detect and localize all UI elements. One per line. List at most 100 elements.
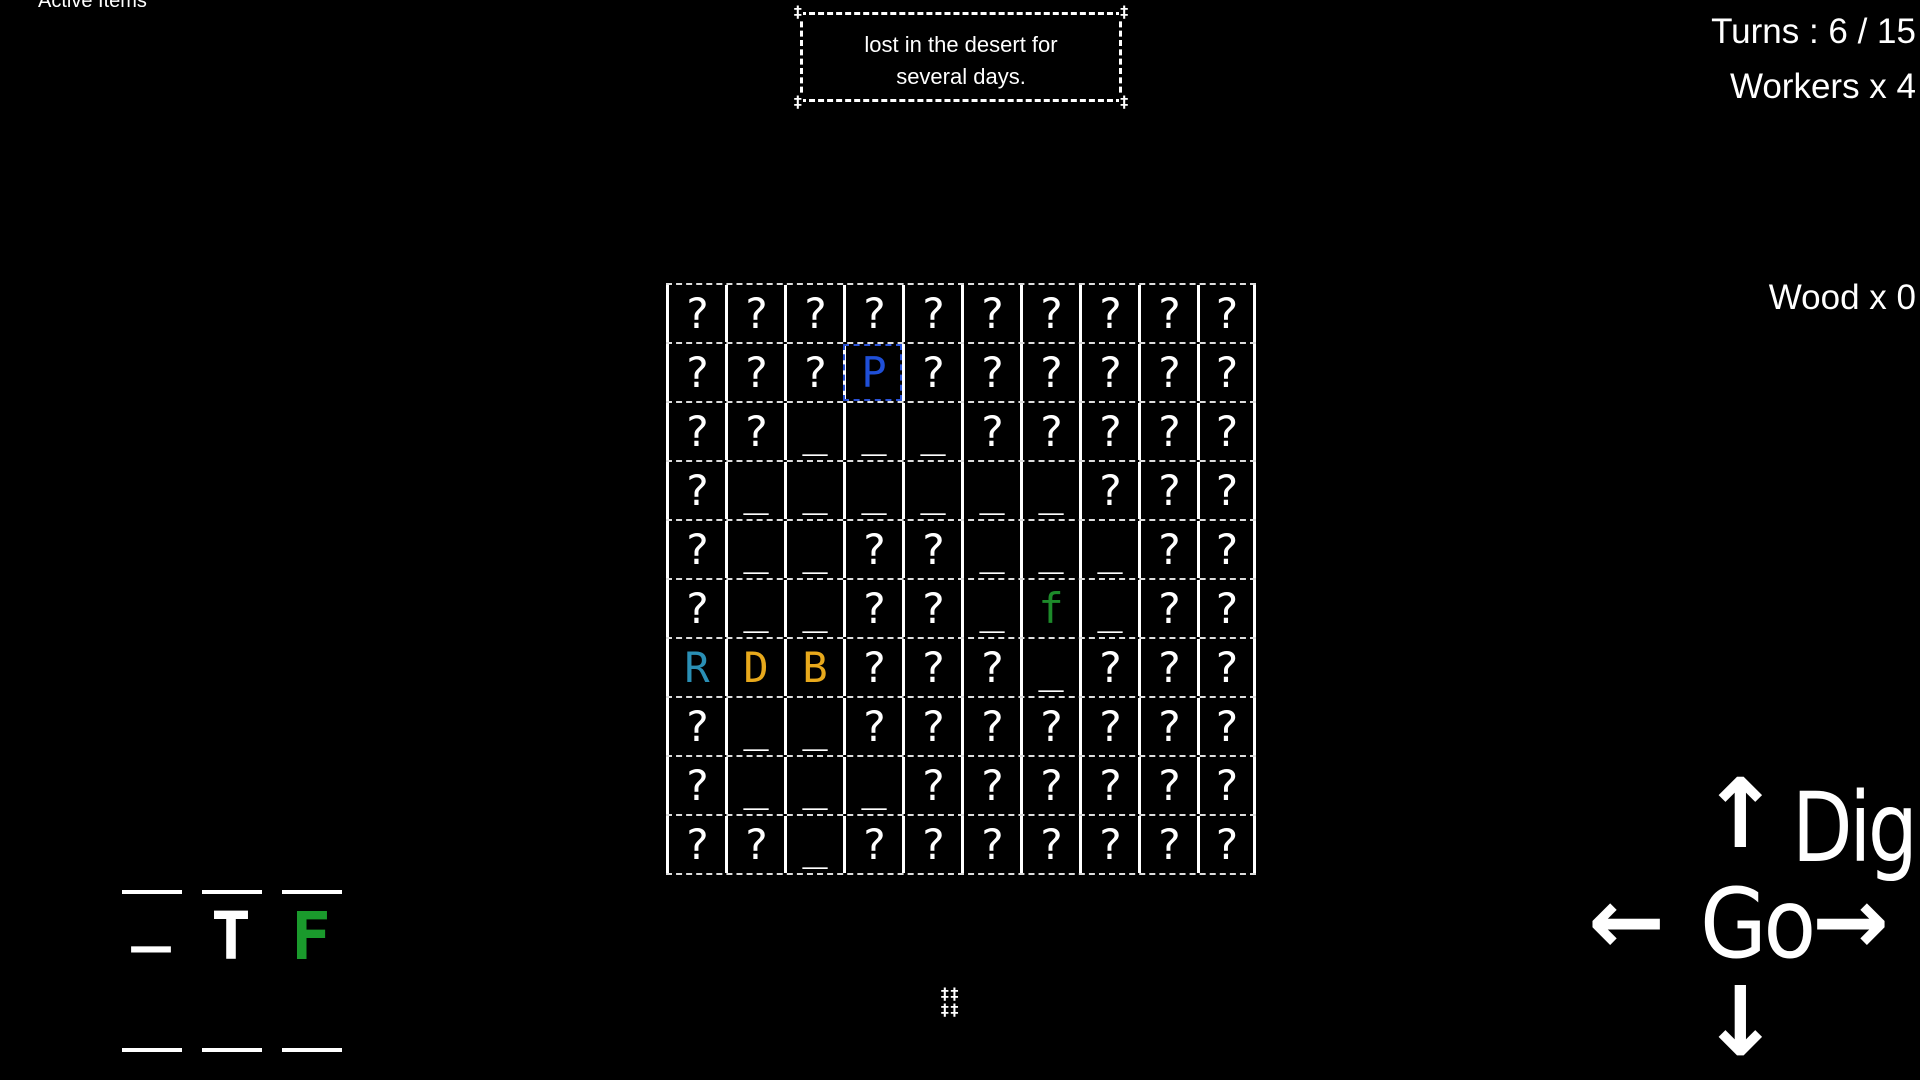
- grid-cell[interactable]: ?: [902, 816, 961, 873]
- grid-cell[interactable]: ?: [1138, 521, 1197, 578]
- grid-cell[interactable]: D: [725, 639, 784, 696]
- grid-cell[interactable]: ?: [961, 403, 1020, 460]
- grid-cell[interactable]: f: [1020, 580, 1079, 637]
- grid-cell[interactable]: _: [784, 403, 843, 460]
- grid-cell[interactable]: ?: [1138, 639, 1197, 696]
- grid-cell[interactable]: ?: [725, 344, 784, 401]
- grid-cell[interactable]: ?: [902, 521, 961, 578]
- grid-cell[interactable]: ?: [1197, 285, 1256, 342]
- grid-cell[interactable]: ?: [902, 285, 961, 342]
- grid-cell[interactable]: ?: [1079, 462, 1138, 519]
- grid-cell[interactable]: ?: [902, 344, 961, 401]
- grid-cell[interactable]: ?: [843, 580, 902, 637]
- grid-cell[interactable]: ?: [1197, 580, 1256, 637]
- arrow-left-icon[interactable]: ←: [1588, 876, 1665, 968]
- grid-cell[interactable]: ?: [843, 521, 902, 578]
- grid-cell[interactable]: ?: [666, 580, 725, 637]
- grid-cell[interactable]: ?: [1197, 816, 1256, 873]
- grid-cell[interactable]: ?: [666, 816, 725, 873]
- grid-cell[interactable]: ?: [1079, 698, 1138, 755]
- grid-cell[interactable]: _: [725, 521, 784, 578]
- grid-cell[interactable]: ?: [1079, 403, 1138, 460]
- grid-cell[interactable]: ?: [902, 639, 961, 696]
- grid-cell[interactable]: _: [725, 698, 784, 755]
- grid-cell[interactable]: ?: [1020, 285, 1079, 342]
- grid-cell[interactable]: _: [784, 757, 843, 814]
- grid-cell[interactable]: _: [961, 580, 1020, 637]
- grid-cell[interactable]: ?: [666, 698, 725, 755]
- grid-cell[interactable]: _: [1079, 580, 1138, 637]
- grid-cell[interactable]: ?: [1197, 757, 1256, 814]
- grid-cell[interactable]: _: [961, 521, 1020, 578]
- grid-cell[interactable]: ?: [1138, 816, 1197, 873]
- grid-cell[interactable]: ?: [1197, 462, 1256, 519]
- grid-cell[interactable]: ?: [902, 757, 961, 814]
- grid-cell[interactable]: ?: [961, 344, 1020, 401]
- grid-cell[interactable]: B: [784, 639, 843, 696]
- grid-cell[interactable]: ?: [1079, 639, 1138, 696]
- grid-cell[interactable]: ?: [961, 285, 1020, 342]
- grid-cell[interactable]: ?: [725, 285, 784, 342]
- grid-cell[interactable]: ?: [843, 285, 902, 342]
- grid-cell[interactable]: ?: [1197, 403, 1256, 460]
- grid-cell[interactable]: ?: [843, 639, 902, 696]
- grid-cell[interactable]: ?: [1138, 462, 1197, 519]
- grid-cell[interactable]: _: [784, 521, 843, 578]
- inventory-slot[interactable]: _: [122, 882, 180, 948]
- grid-cell[interactable]: _: [902, 403, 961, 460]
- grid-cell[interactable]: ?: [1138, 698, 1197, 755]
- grid-cell[interactable]: ?: [1020, 757, 1079, 814]
- grid-cell[interactable]: ?: [725, 816, 784, 873]
- grid-cell[interactable]: _: [1079, 521, 1138, 578]
- grid-cell[interactable]: ?: [1138, 285, 1197, 342]
- grid-cell[interactable]: ?: [1020, 698, 1079, 755]
- arrow-up-icon[interactable]: ↑: [1700, 766, 1780, 862]
- grid-cell[interactable]: _: [725, 462, 784, 519]
- grid-cell[interactable]: _: [1020, 462, 1079, 519]
- arrow-right-icon[interactable]: →: [1812, 876, 1889, 968]
- grid-cell[interactable]: ?: [666, 757, 725, 814]
- grid-cell[interactable]: _: [784, 698, 843, 755]
- grid-cell[interactable]: ?: [666, 285, 725, 342]
- grid-cell[interactable]: ?: [1138, 757, 1197, 814]
- grid-cell[interactable]: ?: [1020, 816, 1079, 873]
- grid-cell[interactable]: ?: [784, 285, 843, 342]
- grid-cell[interactable]: _: [725, 757, 784, 814]
- grid-cell[interactable]: _: [1020, 521, 1079, 578]
- go-label[interactable]: Go: [1700, 876, 1816, 972]
- grid-cell[interactable]: ?: [784, 344, 843, 401]
- arrow-down-icon[interactable]: ↓: [1700, 974, 1780, 1070]
- grid-cell[interactable]: _: [961, 462, 1020, 519]
- inventory-slot[interactable]: T: [202, 904, 260, 970]
- grid-cell[interactable]: ?: [725, 403, 784, 460]
- grid-cell[interactable]: ?: [1197, 344, 1256, 401]
- grid-cell[interactable]: ?: [1138, 403, 1197, 460]
- grid-cell[interactable]: ?: [666, 462, 725, 519]
- grid-cell[interactable]: ?: [666, 521, 725, 578]
- grid-cell[interactable]: ?: [843, 816, 902, 873]
- grid-cell[interactable]: ?: [961, 757, 1020, 814]
- grid-cell[interactable]: ?: [1138, 580, 1197, 637]
- grid-cell[interactable]: _: [784, 816, 843, 873]
- grid-cell[interactable]: ?: [666, 344, 725, 401]
- grid-cell[interactable]: _: [843, 403, 902, 460]
- grid-cell[interactable]: ?: [1079, 285, 1138, 342]
- grid-cell[interactable]: ?: [1079, 344, 1138, 401]
- grid-cell[interactable]: _: [843, 757, 902, 814]
- dig-label[interactable]: Dig: [1792, 780, 1918, 876]
- grid-cell[interactable]: ?: [902, 580, 961, 637]
- grid-cell[interactable]: _: [902, 462, 961, 519]
- grid-cell[interactable]: ?: [961, 639, 1020, 696]
- grid-cell[interactable]: ?: [843, 698, 902, 755]
- grid-cell[interactable]: ?: [1197, 639, 1256, 696]
- grid-cell[interactable]: _: [784, 462, 843, 519]
- grid-cell[interactable]: ?: [1079, 816, 1138, 873]
- grid-cell[interactable]: _: [1020, 639, 1079, 696]
- grid-cell[interactable]: ?: [1020, 344, 1079, 401]
- grid-cell[interactable]: ?: [961, 698, 1020, 755]
- grid-cell[interactable]: ?: [1197, 521, 1256, 578]
- grid-cell[interactable]: _: [843, 462, 902, 519]
- inventory-slot[interactable]: F: [282, 904, 340, 970]
- grid-cell[interactable]: ?: [666, 403, 725, 460]
- grid-cell[interactable]: ?: [1138, 344, 1197, 401]
